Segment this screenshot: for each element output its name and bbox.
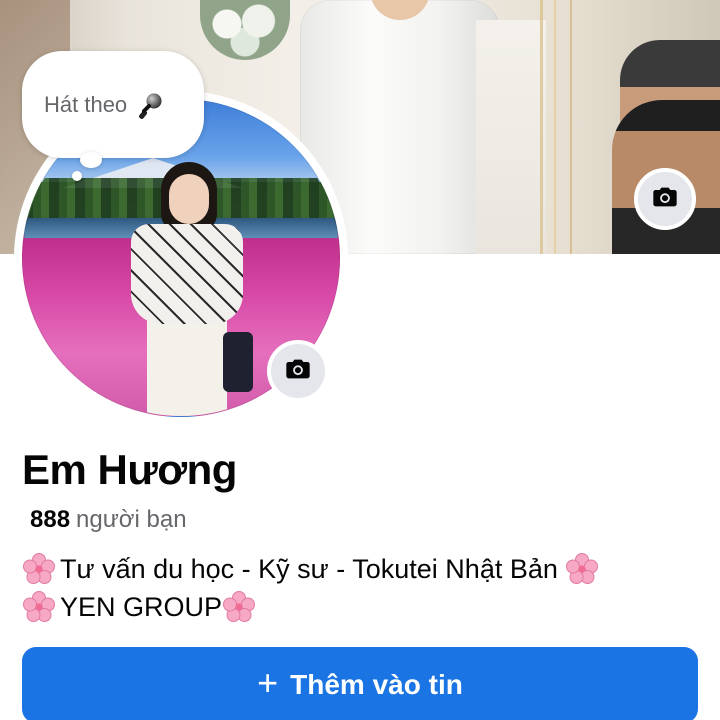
bio-line: Tư vấn du học - Kỹ sư - Tokutei Nhật Bản xyxy=(22,550,712,588)
camera-icon xyxy=(651,183,679,216)
friends-label: người bạn xyxy=(76,506,187,533)
cherry-blossom-icon xyxy=(222,590,260,622)
profile-name: Em Hương xyxy=(22,446,237,493)
add-to-story-button[interactable]: + Thêm vào tin xyxy=(22,647,698,720)
cover-photo-detail xyxy=(476,20,546,254)
cherry-blossom-icon xyxy=(22,552,60,584)
add-to-story-label: Thêm vào tin xyxy=(290,669,463,700)
profile-bio: Tư vấn du học - Kỹ sư - Tokutei Nhật Bản… xyxy=(22,550,712,626)
avatar-photo-person xyxy=(131,162,253,416)
edit-avatar-button[interactable] xyxy=(267,340,329,402)
bio-text: Tư vấn du học - Kỹ sư - Tokutei Nhật Bản xyxy=(60,554,558,584)
bio-line: YEN GROUP xyxy=(22,588,712,626)
friends-number: 888 xyxy=(30,506,71,533)
bubble-tail xyxy=(72,171,82,181)
microphone-icon xyxy=(135,90,165,120)
cherry-blossom-icon xyxy=(22,590,60,622)
avatar-photo-detail xyxy=(223,332,253,392)
avatar-photo-detail xyxy=(147,312,227,416)
camera-icon xyxy=(284,355,312,388)
profile-note-bubble[interactable]: Hát theo xyxy=(22,51,204,158)
avatar-photo-detail xyxy=(169,174,209,224)
cover-photo-detail xyxy=(200,0,290,60)
plus-icon: + xyxy=(257,662,279,703)
bio-text: YEN GROUP xyxy=(60,592,223,622)
cherry-blossom-icon xyxy=(565,552,603,584)
note-text: Hát theo xyxy=(44,91,128,117)
friends-count[interactable]: 888 người bạn xyxy=(30,506,187,534)
avatar-photo-detail xyxy=(131,224,243,324)
bubble-tail xyxy=(80,152,102,168)
edit-cover-photo-button[interactable] xyxy=(634,168,696,230)
cover-photo-detail xyxy=(540,0,620,254)
